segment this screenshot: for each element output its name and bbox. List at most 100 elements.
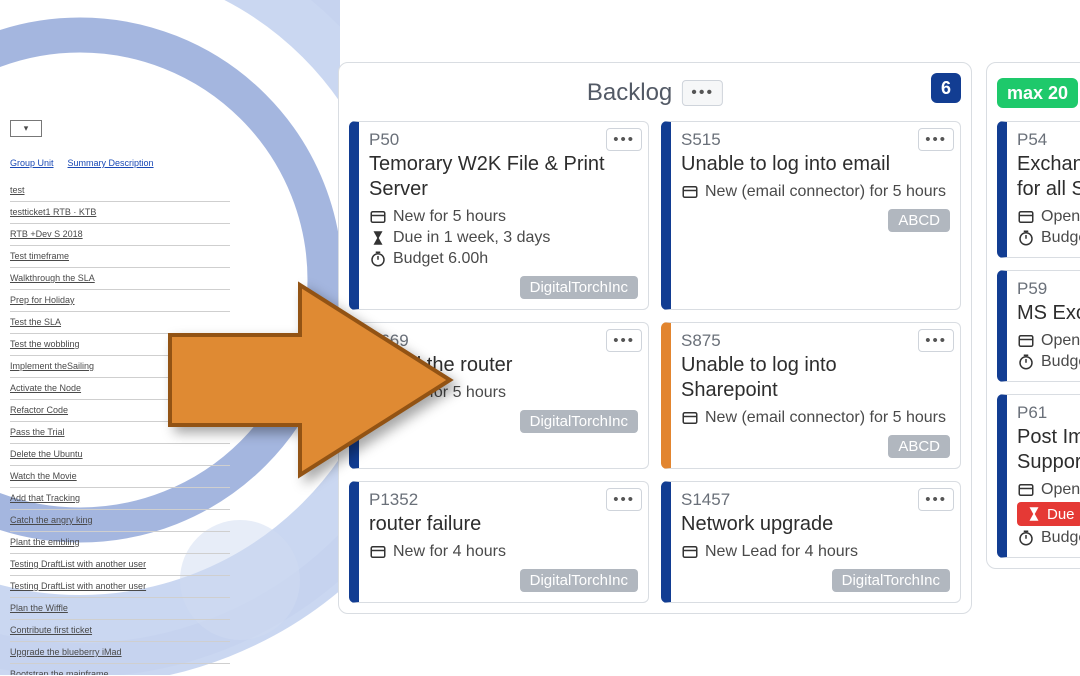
card-budget: Budget xyxy=(1017,529,1080,547)
legacy-row[interactable]: Bootstrap the mainframe xyxy=(10,664,230,675)
card-title: Network upgrade xyxy=(681,512,921,537)
card-menu-button[interactable]: ••• xyxy=(606,488,642,511)
card-due-red: Due xyxy=(1017,502,1080,526)
card-menu-button[interactable]: ••• xyxy=(606,329,642,352)
card-tag: ABCD xyxy=(888,435,950,458)
card-budget-text: Budget xyxy=(1041,529,1080,547)
card-budget-text: Budget xyxy=(1041,229,1080,247)
legacy-row[interactable]: Catch the angry king xyxy=(10,510,230,532)
card-status-text: New (email connector) for 5 hours xyxy=(705,409,946,427)
card-tag: DigitalTorchInc xyxy=(520,410,638,433)
kanban-card[interactable]: ••• P669 Install the router New for 5 ho… xyxy=(349,322,649,469)
legacy-row[interactable]: test xyxy=(10,180,230,202)
legacy-row[interactable]: Watch the Movie xyxy=(10,466,230,488)
card-status: New for 5 hours xyxy=(369,384,638,402)
kanban-card[interactable]: ••• P50 Temorary W2K File & Print Server… xyxy=(349,121,649,310)
card-status: Open xyxy=(1017,481,1080,499)
legacy-row[interactable]: RTB +Dev S 2018 xyxy=(10,224,230,246)
status-icon xyxy=(681,543,699,561)
column-menu-button[interactable]: ••• xyxy=(682,80,723,106)
status-icon xyxy=(1017,332,1035,350)
kanban-card[interactable]: ••• S1457 Network upgrade New Lead for 4… xyxy=(661,481,961,603)
card-budget: Budget xyxy=(1017,229,1080,247)
card-tag: DigitalTorchInc xyxy=(832,569,950,592)
stopwatch-icon xyxy=(1017,229,1035,247)
card-id: S515 xyxy=(681,130,950,150)
legacy-list: Group Unit Summary Description test test… xyxy=(10,120,230,675)
kanban-card[interactable]: ••• S875 Unable to log into Sharepoint N… xyxy=(661,322,961,469)
legacy-row[interactable]: Testing DraftList with another user xyxy=(10,554,230,576)
card-status-text: New for 5 hours xyxy=(393,384,506,402)
legacy-row[interactable]: Walkthrough the SLA xyxy=(10,268,230,290)
legacy-row[interactable]: Delete the Ubuntu xyxy=(10,444,230,466)
card-menu-button[interactable]: ••• xyxy=(918,128,954,151)
card-id: P61 xyxy=(1017,403,1080,423)
card-menu-button[interactable]: ••• xyxy=(918,329,954,352)
kanban-card[interactable]: P61 Post Implementation Support Open Due… xyxy=(997,394,1080,558)
legacy-row[interactable]: Test the SLA xyxy=(10,312,230,334)
legacy-row[interactable]: Test timeframe xyxy=(10,246,230,268)
card-status-text: Open xyxy=(1041,208,1080,226)
card-title: Temorary W2K File & Print Server xyxy=(369,152,609,202)
card-title: MS Exchange xyxy=(1017,301,1080,326)
kanban-card[interactable]: ••• S515 Unable to log into email New (e… xyxy=(661,121,961,310)
kanban-board: Backlog ••• 6 ••• P50 Temorary W2K File … xyxy=(338,62,1080,676)
card-menu-button[interactable]: ••• xyxy=(606,128,642,151)
status-icon xyxy=(1017,208,1035,226)
card-status: New (email connector) for 5 hours xyxy=(681,183,950,201)
card-status: Open xyxy=(1017,208,1080,226)
card-tag: ABCD xyxy=(888,209,950,232)
legacy-row[interactable]: Activate the Node xyxy=(10,378,230,400)
kanban-card[interactable]: ••• P1352 router failure New for 4 hours… xyxy=(349,481,649,603)
column-header: Backlog ••• 6 xyxy=(349,73,961,113)
card-id: S875 xyxy=(681,331,950,351)
legacy-row[interactable]: Test the wobbling xyxy=(10,334,230,356)
card-status-text: New for 4 hours xyxy=(393,543,506,561)
card-due-text: Due in 1 week, 3 days xyxy=(393,229,550,247)
legacy-row[interactable]: Testing DraftList with another user xyxy=(10,576,230,598)
card-tag: DigitalTorchInc xyxy=(520,569,638,592)
card-id: P669 xyxy=(369,331,638,351)
legacy-dropdown[interactable] xyxy=(10,120,42,137)
legacy-row[interactable]: testticket1 RTB · KTB xyxy=(10,202,230,224)
legacy-row[interactable]: Add that Tracking xyxy=(10,488,230,510)
legacy-row[interactable]: Prep for Holiday xyxy=(10,290,230,312)
card-menu-button[interactable]: ••• xyxy=(918,488,954,511)
kanban-column-backlog: Backlog ••• 6 ••• P50 Temorary W2K File … xyxy=(338,62,972,614)
card-status: Open xyxy=(1017,332,1080,350)
legacy-list-headers: Group Unit Summary Description xyxy=(10,155,230,172)
legacy-row[interactable]: Pass the Trial xyxy=(10,422,230,444)
stopwatch-icon xyxy=(1017,529,1035,547)
card-status-text: Open xyxy=(1041,481,1080,499)
card-status: New (email connector) for 5 hours xyxy=(681,409,950,427)
legacy-row[interactable]: Plant the embling xyxy=(10,532,230,554)
legacy-row[interactable]: Plan the Wiffle xyxy=(10,598,230,620)
card-due: Due in 1 week, 3 days xyxy=(369,229,638,247)
card-title: Post Implementation Support xyxy=(1017,425,1080,475)
kanban-card[interactable]: P59 MS Exchange Open Budget xyxy=(997,270,1080,382)
card-tag: DigitalTorchInc xyxy=(520,276,638,299)
legacy-row[interactable]: Refactor Code xyxy=(10,400,230,422)
legacy-row[interactable]: Implement theSailing xyxy=(10,356,230,378)
kanban-card[interactable]: P54 Exchange Email Service for all Serve… xyxy=(997,121,1080,258)
legacy-row[interactable]: Contribute first ticket xyxy=(10,620,230,642)
card-title: Exchange Email Service for all Servers xyxy=(1017,152,1080,202)
column-header: max 20 xyxy=(997,73,1080,113)
card-title: router failure xyxy=(369,512,609,537)
card-id: P54 xyxy=(1017,130,1080,150)
status-icon xyxy=(369,208,387,226)
card-budget-text: Budget xyxy=(1041,353,1080,371)
card-status-text: New Lead for 4 hours xyxy=(705,543,858,561)
stopwatch-icon xyxy=(369,250,387,268)
legacy-row[interactable]: Upgrade the blueberry iMad xyxy=(10,642,230,664)
card-title: Unable to log into Sharepoint xyxy=(681,353,921,403)
card-id: P50 xyxy=(369,130,638,150)
hourglass-icon xyxy=(369,229,387,247)
status-icon xyxy=(1017,481,1035,499)
column-max-badge: max 20 xyxy=(997,78,1078,108)
status-icon xyxy=(681,183,699,201)
card-status: New for 5 hours xyxy=(369,208,638,226)
column-count-badge: 6 xyxy=(931,73,961,103)
status-icon xyxy=(369,543,387,561)
card-status-text: New for 5 hours xyxy=(393,208,506,226)
